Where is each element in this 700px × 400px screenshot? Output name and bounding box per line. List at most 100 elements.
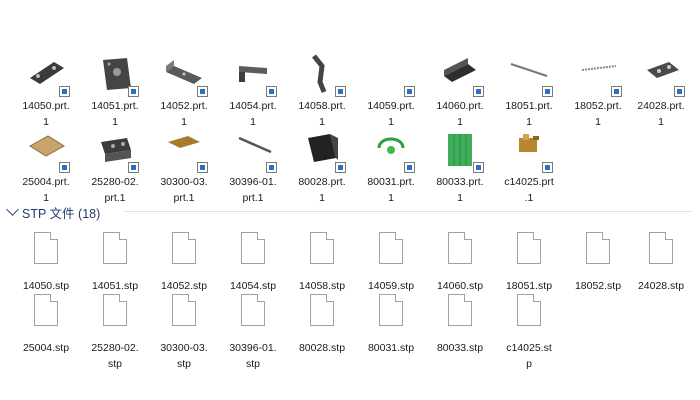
document-icon <box>448 232 472 264</box>
file-item[interactable]: 30300-03. stp <box>154 288 214 372</box>
file-label: 14054.prt. 1 <box>229 100 277 128</box>
green-panel-icon <box>438 128 484 173</box>
rod-icon <box>507 52 553 97</box>
file-label: 14060.prt. 1 <box>436 100 484 128</box>
file-explorer-content: 14050.prt. 1 14051.prt. 1 14052.prt. 1 1… <box>0 0 700 375</box>
document-icon <box>310 294 334 326</box>
part-badge-icon <box>473 162 484 173</box>
file-label: 14058.prt. 1 <box>298 100 346 128</box>
part-badge-icon <box>128 162 139 173</box>
block-icon <box>93 128 139 173</box>
part-badge-icon <box>266 162 277 173</box>
file-label: 18051.prt. 1 <box>505 100 553 128</box>
flat-bracket-icon <box>24 52 70 97</box>
document-icon <box>379 232 403 264</box>
file-item[interactable]: c14025.st p <box>499 288 559 372</box>
file-item[interactable]: 14054.prt. 1 <box>223 52 283 130</box>
file-item[interactable]: 30396-01. stp <box>223 288 283 372</box>
file-item[interactable]: 14059.prt. 1 <box>361 52 421 130</box>
document-icon <box>241 232 265 264</box>
file-item[interactable]: 14058.prt. 1 <box>292 52 352 130</box>
file-item[interactable]: 80031.stp <box>361 288 421 356</box>
file-item[interactable]: 30300-03. prt.1 <box>154 128 214 206</box>
document-icon <box>34 232 58 264</box>
file-label: 30396-01. stp <box>229 342 277 370</box>
tan-sheet-icon <box>24 128 70 173</box>
blank-part-icon <box>369 52 415 97</box>
file-item[interactable]: 80028.stp <box>292 288 352 356</box>
chevron-down-icon[interactable] <box>6 203 19 216</box>
slotted-plate-icon <box>639 52 685 97</box>
document-icon <box>172 232 196 264</box>
group-title: STP 文件 (18) <box>22 207 101 221</box>
file-item[interactable]: 14051.stp <box>85 226 145 294</box>
bent-arm-icon <box>300 52 346 97</box>
file-item[interactable]: 25280-02. stp <box>85 288 145 372</box>
file-label: 80028.stp <box>298 342 346 354</box>
file-label: 18052.stp <box>574 280 622 292</box>
file-label: 14052.prt. 1 <box>160 100 208 128</box>
document-icon <box>586 232 610 264</box>
file-item[interactable]: 80033.stp <box>430 288 490 356</box>
file-item[interactable]: 18051.stp <box>499 226 559 294</box>
file-item[interactable]: 80031.prt. 1 <box>361 128 421 206</box>
file-item[interactable]: c14025.prt .1 <box>499 128 559 206</box>
file-item[interactable]: 18052.prt. 1 <box>568 52 628 130</box>
file-item[interactable]: 14058.stp <box>292 226 352 294</box>
file-item[interactable]: 18052.stp <box>568 226 628 294</box>
part-badge-icon <box>404 162 415 173</box>
file-item[interactable]: 14060.prt. 1 <box>430 52 490 130</box>
file-item[interactable]: 25280-02. prt.1 <box>85 128 145 206</box>
part-badge-icon <box>542 86 553 97</box>
file-label: 24028.prt. 1 <box>637 100 685 128</box>
part-badge-icon <box>542 162 553 173</box>
file-label: 80033.stp <box>436 342 484 354</box>
part-badge-icon <box>128 86 139 97</box>
wood-board-icon <box>162 128 208 173</box>
file-item[interactable]: 24028.prt. 1 <box>631 52 691 130</box>
plate-with-holes-icon <box>93 52 139 97</box>
file-item[interactable]: 80033.prt. 1 <box>430 128 490 206</box>
file-label: 24028.stp <box>637 280 685 292</box>
stp-group-header[interactable]: STP 文件 (18) <box>6 200 696 222</box>
document-icon <box>34 294 58 326</box>
part-badge-icon <box>473 86 484 97</box>
part-badge-icon <box>674 86 685 97</box>
part-badge-icon <box>335 86 346 97</box>
document-icon <box>517 294 541 326</box>
document-icon <box>103 294 127 326</box>
file-item[interactable]: 18051.prt. 1 <box>499 52 559 130</box>
file-item[interactable]: 14052.stp <box>154 226 214 294</box>
file-label: 25280-02. stp <box>91 342 139 370</box>
file-item[interactable]: 14054.stp <box>223 226 283 294</box>
file-item[interactable]: 25004.prt. 1 <box>16 128 76 206</box>
part-badge-icon <box>335 162 346 173</box>
file-label: 14050.prt. 1 <box>22 100 70 128</box>
file-label: 14059.prt. 1 <box>367 100 415 128</box>
file-item[interactable]: 30396-01. prt.1 <box>223 128 283 206</box>
file-item[interactable]: 14060.stp <box>430 226 490 294</box>
document-icon <box>103 232 127 264</box>
document-icon <box>310 232 334 264</box>
file-item[interactable]: 14051.prt. 1 <box>85 52 145 130</box>
document-icon <box>241 294 265 326</box>
green-clip-icon <box>369 128 415 173</box>
l-bracket-icon <box>231 52 277 97</box>
file-item[interactable]: 14059.stp <box>361 226 421 294</box>
document-icon <box>649 232 673 264</box>
document-icon <box>379 294 403 326</box>
file-item[interactable]: 14052.prt. 1 <box>154 52 214 130</box>
file-label: 25004.stp <box>22 342 70 354</box>
part-badge-icon <box>59 162 70 173</box>
file-item[interactable]: 24028.stp <box>631 226 691 294</box>
document-icon <box>517 232 541 264</box>
group-divider <box>124 211 692 212</box>
file-item[interactable]: 80028.prt. 1 <box>292 128 352 206</box>
file-item[interactable]: 14050.stp <box>16 226 76 294</box>
file-item[interactable]: 25004.stp <box>16 288 76 356</box>
file-item[interactable]: 14050.prt. 1 <box>16 52 76 130</box>
file-label: 30300-03. stp <box>160 342 208 370</box>
part-badge-icon <box>197 86 208 97</box>
part-badge-icon <box>404 86 415 97</box>
angle-bracket-icon <box>162 52 208 97</box>
